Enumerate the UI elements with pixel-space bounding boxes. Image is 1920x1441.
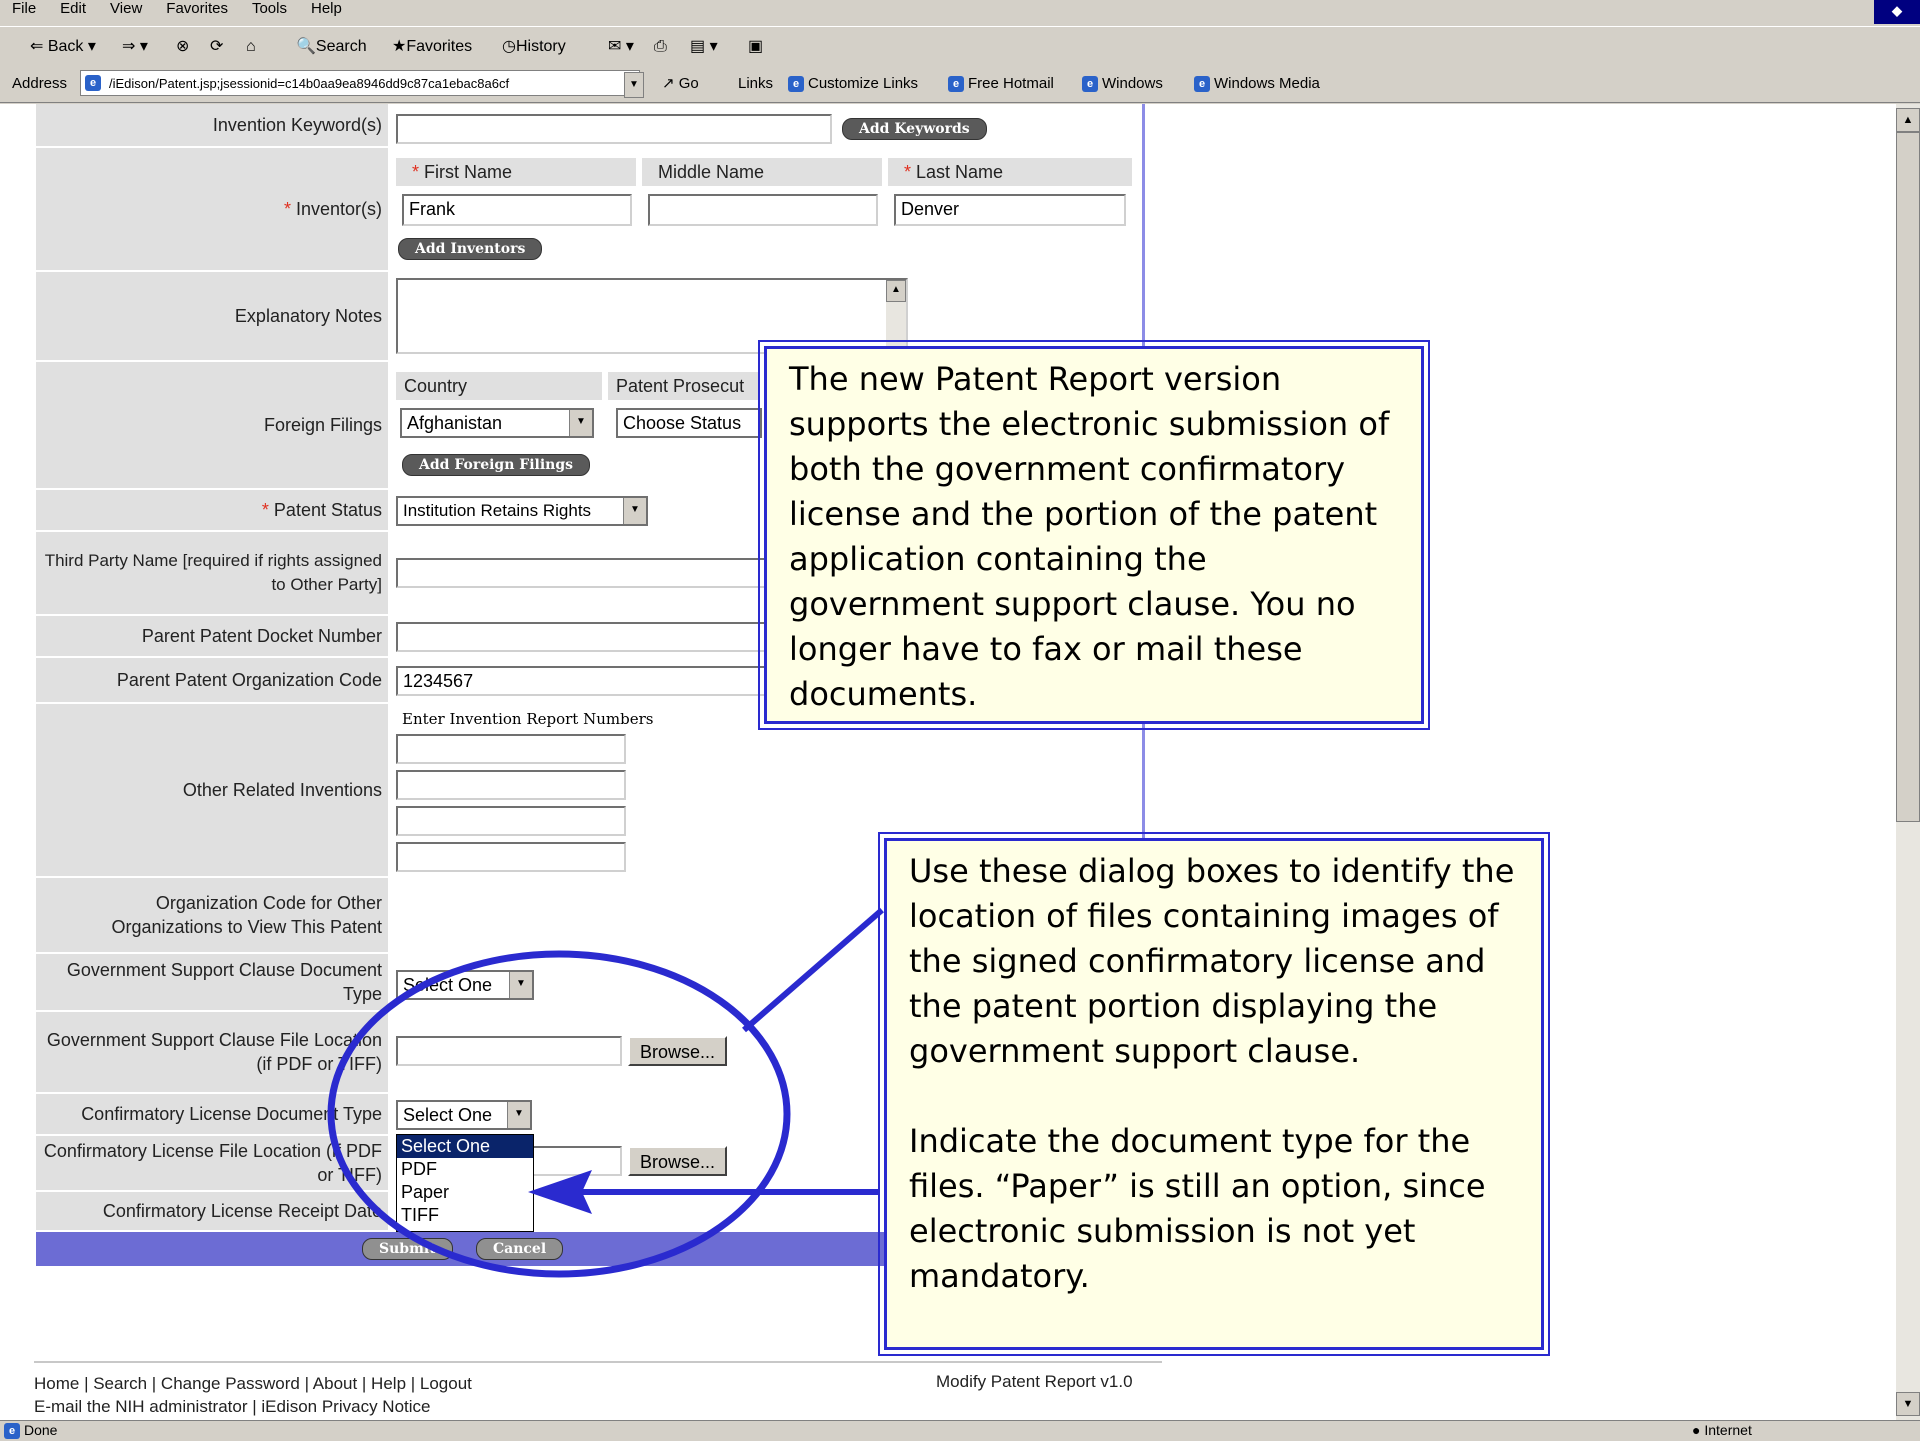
callout-bottom-p1: Use these dialog boxes to identify the l… (909, 852, 1515, 1070)
callout-top: The new Patent Report version supports t… (758, 340, 1430, 730)
callout-bottom-p2: Indicate the document type for the files… (909, 1122, 1486, 1295)
highlight-ellipse (327, 950, 791, 1278)
callout-bottom: Use these dialog boxes to identify the l… (878, 832, 1550, 1356)
callout-pointer-line (742, 907, 884, 1033)
